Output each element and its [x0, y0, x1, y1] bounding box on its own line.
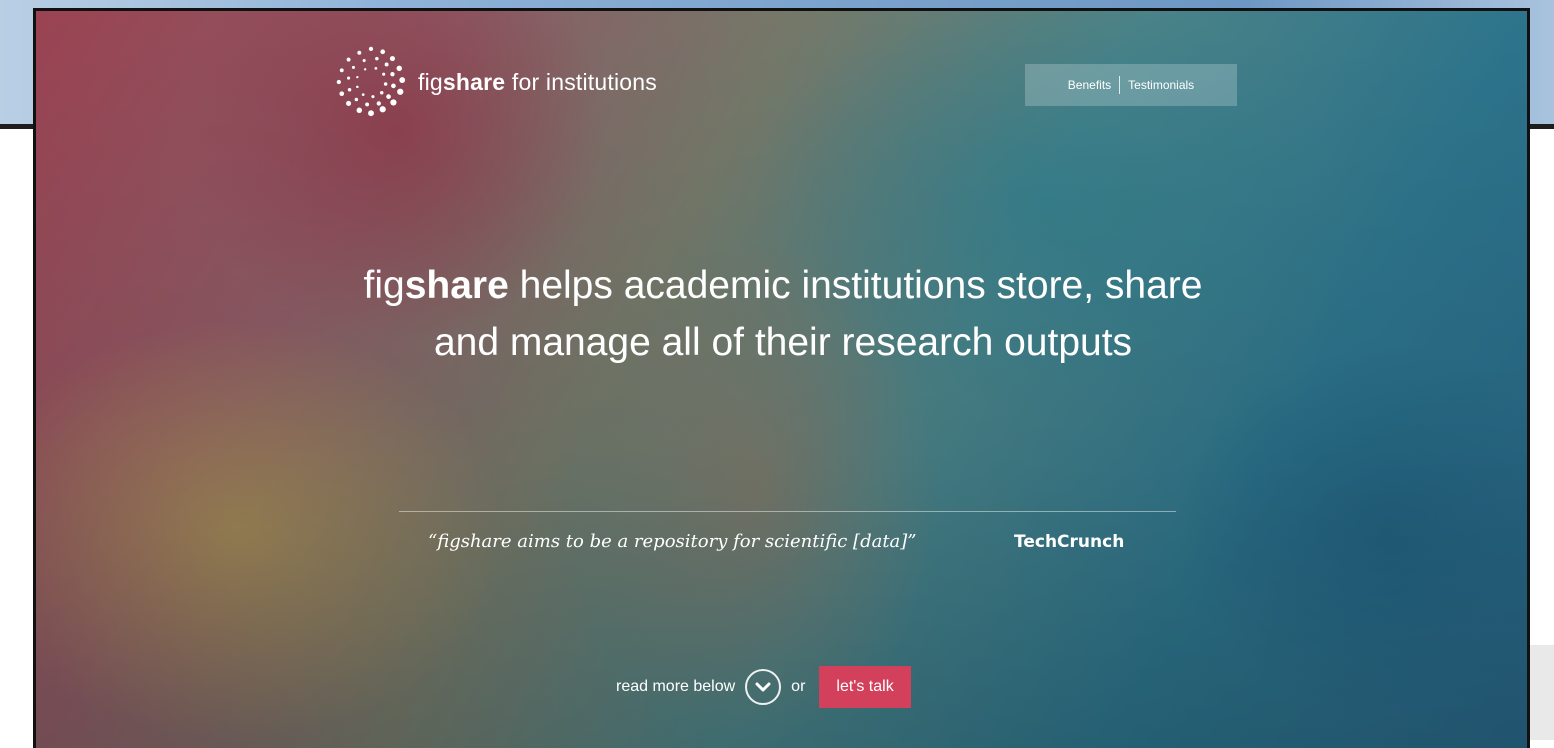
hero-headline: figshare helps academic institutions sto…: [36, 257, 1527, 371]
headline-line-2: and manage all of their research outputs: [433, 321, 1133, 364]
call-to-action: read more below or let's talk: [616, 666, 911, 708]
scroll-down-button[interactable]: [745, 669, 782, 705]
or-label: or: [791, 678, 806, 695]
nav-link-benefits[interactable]: Benefits: [1060, 78, 1119, 92]
background-panel: [1530, 645, 1554, 740]
brand-logo[interactable]: figshare for institutions: [332, 43, 657, 121]
headline-line-1: figshare helps academic institutions sto…: [363, 264, 1203, 307]
read-more-label: read more below: [616, 678, 736, 695]
chevron-down-icon: [755, 682, 771, 692]
quote-source-logo: TechCrunch: [1014, 532, 1125, 552]
top-nav: Benefits Testimonials: [1025, 64, 1237, 106]
lets-talk-button[interactable]: let's talk: [819, 666, 911, 708]
nav-link-testimonials[interactable]: Testimonials: [1120, 78, 1202, 92]
brand-name: figshare for institutions: [418, 68, 657, 95]
quote-divider: [399, 511, 1176, 512]
figshare-logo-icon: [336, 46, 406, 117]
press-quote: “figshare aims to be a repository for sc…: [428, 531, 917, 552]
hero-section: figshare for institutions Benefits Testi…: [33, 8, 1530, 748]
